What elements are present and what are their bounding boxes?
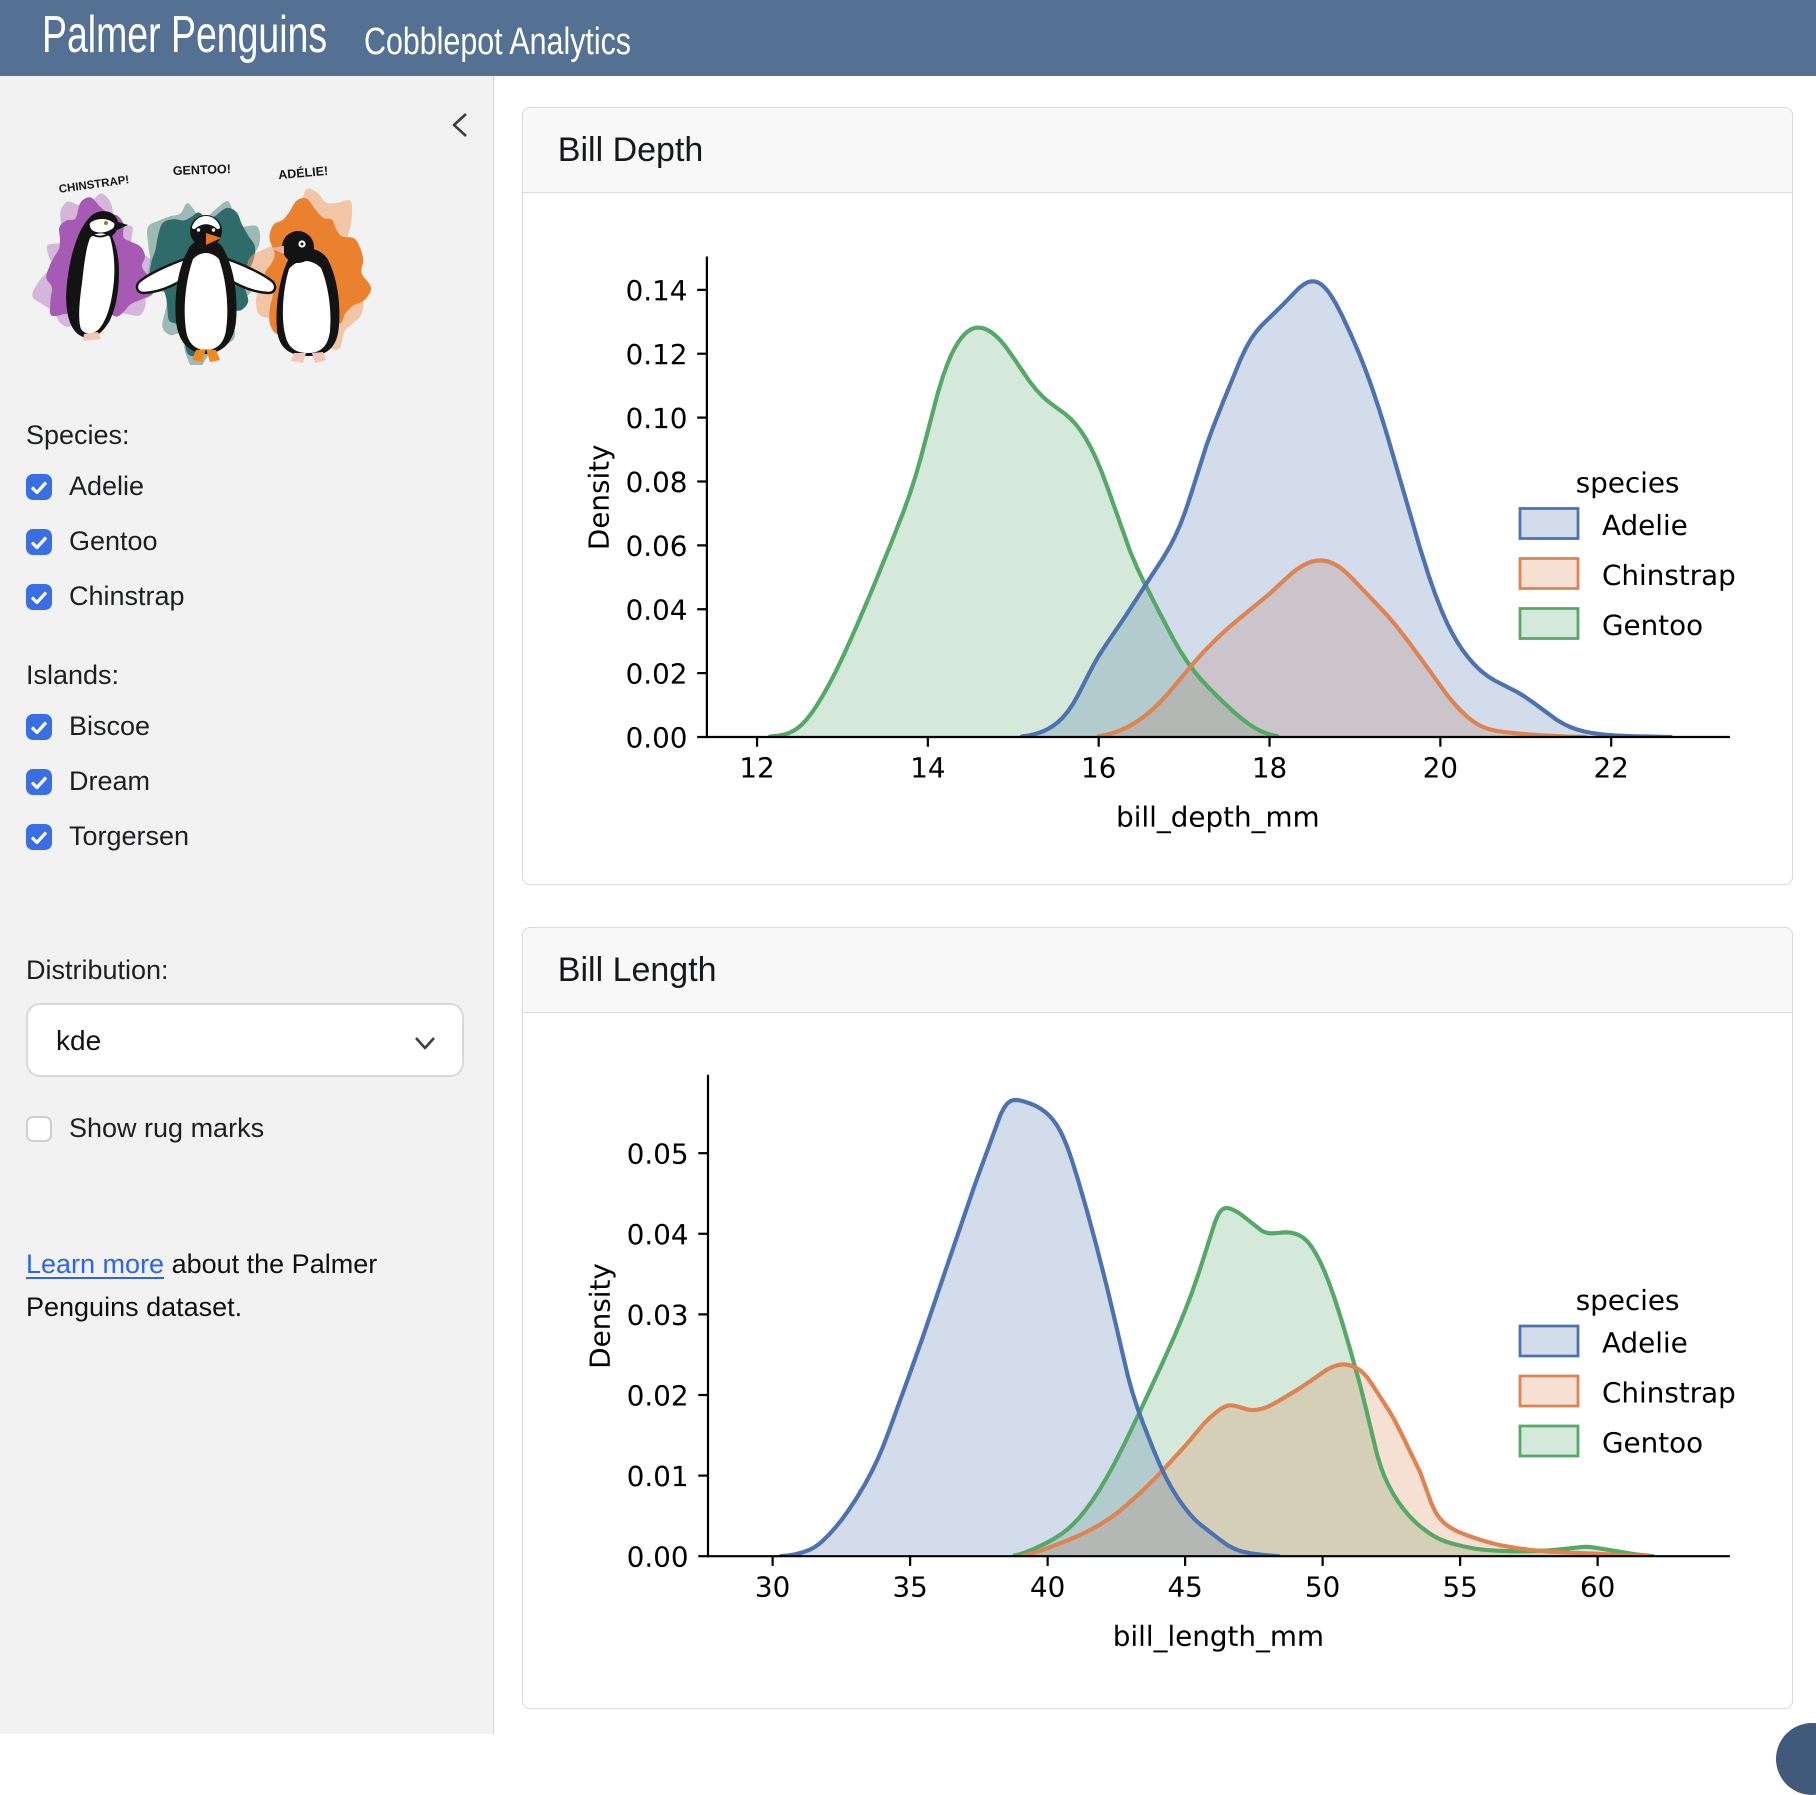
svg-text:ADÉLIE!: ADÉLIE! xyxy=(278,163,329,182)
svg-text:CHINSTRAP!: CHINSTRAP! xyxy=(58,174,130,196)
svg-text:GENTOO!: GENTOO! xyxy=(173,162,232,178)
